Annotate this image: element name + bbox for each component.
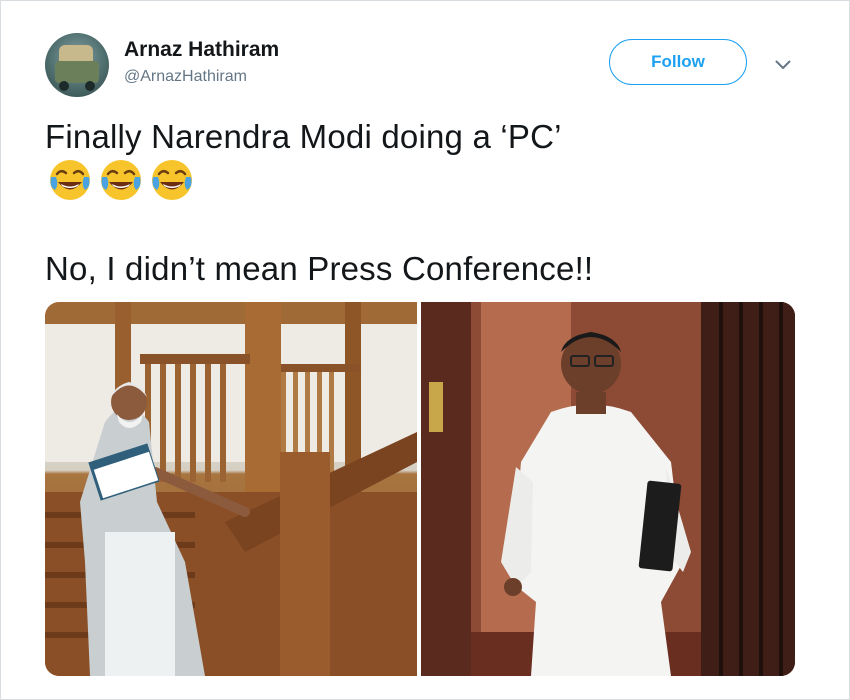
chevron-down-icon[interactable] <box>772 54 794 76</box>
avatar-wheel <box>85 81 95 91</box>
avatar[interactable] <box>45 33 109 97</box>
face-with-tears-of-joy-icon <box>50 160 90 200</box>
avatar-rickshaw-body <box>55 61 99 83</box>
author-name[interactable]: Arnaz Hathiram <box>124 38 279 62</box>
emoji-row <box>47 157 195 203</box>
tweet-text-line-2: No, I didn’t mean Press Conference!! <box>45 250 594 287</box>
photo-right-illustration <box>421 302 795 676</box>
face-with-tears-of-joy-icon <box>152 160 192 200</box>
media-grid <box>45 302 795 676</box>
photo-left-illustration <box>45 302 417 676</box>
photo-man-on-wooden-stairs[interactable] <box>45 302 417 676</box>
tweet-text-line-1: Finally Narendra Modi doing a ‘PC’ <box>45 118 562 155</box>
follow-button[interactable]: Follow <box>609 39 747 85</box>
photo-man-in-white-holding-folder[interactable] <box>421 302 795 676</box>
face-with-tears-of-joy-icon <box>101 160 141 200</box>
avatar-wheel <box>59 81 69 91</box>
author-handle[interactable]: @ArnazHathiram <box>124 68 247 86</box>
